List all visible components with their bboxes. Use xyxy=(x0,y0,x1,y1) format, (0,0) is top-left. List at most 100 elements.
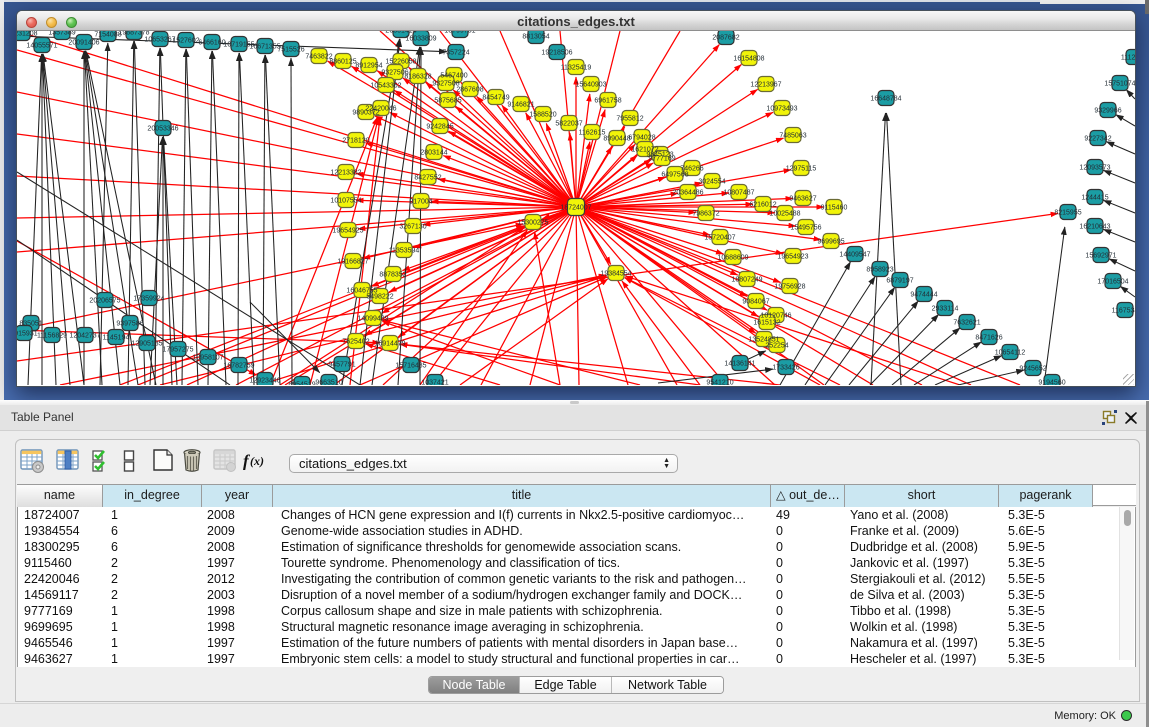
svg-text:835051: 835051 xyxy=(19,321,42,328)
svg-text:8454749: 8454749 xyxy=(482,95,509,102)
svg-text:2867608: 2867608 xyxy=(456,87,483,94)
svg-text:14136141: 14136141 xyxy=(724,361,755,368)
svg-text:5467400: 5467400 xyxy=(440,73,467,80)
svg-text:7357224: 7357224 xyxy=(442,50,469,57)
svg-text:8990448: 8990448 xyxy=(603,136,630,143)
svg-text:11353594: 11353594 xyxy=(389,248,420,255)
svg-text:10025488: 10025488 xyxy=(769,211,800,218)
svg-text:1145194: 1145194 xyxy=(103,335,130,342)
svg-text:917004: 917004 xyxy=(409,199,432,206)
svg-text:16210643: 16210643 xyxy=(1079,224,1110,231)
svg-text:3024554: 3024554 xyxy=(698,179,725,186)
svg-text:12213382: 12213382 xyxy=(330,170,361,177)
svg-text:7485063: 7485063 xyxy=(779,133,806,140)
svg-text:6216012: 6216012 xyxy=(749,202,776,209)
svg-text:5498222: 5498222 xyxy=(366,294,393,301)
svg-text:8860125: 8860125 xyxy=(329,59,356,66)
svg-text:15640903: 15640903 xyxy=(575,82,606,89)
svg-text:2803144: 2803144 xyxy=(420,150,447,157)
svg-text:9541210: 9541210 xyxy=(706,380,733,386)
svg-text:14409547: 14409547 xyxy=(839,252,870,259)
svg-text:8958923: 8958923 xyxy=(866,267,893,274)
svg-text:17016504: 17016504 xyxy=(1097,279,1128,286)
svg-text:1527602: 1527602 xyxy=(172,38,199,45)
svg-text:6497568: 6497568 xyxy=(661,172,688,179)
svg-text:20364486: 20364486 xyxy=(672,190,703,197)
svg-text:12923446: 12923446 xyxy=(249,378,280,385)
svg-text:1588520: 1588520 xyxy=(529,112,556,119)
svg-text:10120746: 10120746 xyxy=(760,313,791,320)
svg-text:18799731: 18799731 xyxy=(444,31,475,35)
svg-text:22420046: 22420046 xyxy=(365,106,396,113)
svg-text:9457791: 9457791 xyxy=(328,362,355,369)
svg-text:9397586: 9397586 xyxy=(116,321,143,328)
svg-text:10654112: 10654112 xyxy=(995,350,1026,357)
svg-text:20091406: 20091406 xyxy=(68,40,99,47)
svg-text:16782759: 16782759 xyxy=(223,363,254,370)
svg-text:8813054: 8813054 xyxy=(522,34,549,41)
svg-text:15300275: 15300275 xyxy=(517,220,548,227)
svg-text:8954519: 8954519 xyxy=(288,382,315,386)
svg-text:(x): (x) xyxy=(250,454,264,468)
svg-text:252254: 252254 xyxy=(765,343,788,350)
svg-text:15720407: 15720407 xyxy=(704,235,735,242)
svg-text:15751074: 15751074 xyxy=(1104,81,1135,88)
svg-text:9474444: 9474444 xyxy=(910,292,937,299)
svg-text:7986372: 7986372 xyxy=(692,211,719,218)
svg-text:16154808: 16154808 xyxy=(733,56,764,63)
svg-text:12093573: 12093573 xyxy=(1079,165,1110,172)
svg-text:20053346: 20053346 xyxy=(147,126,178,133)
svg-text:18807249: 18807249 xyxy=(731,277,762,284)
svg-text:7632621: 7632621 xyxy=(953,320,980,327)
svg-text:3267130: 3267130 xyxy=(399,224,426,231)
svg-text:8215955: 8215955 xyxy=(1054,210,1081,217)
svg-text:6466160: 6466160 xyxy=(198,40,225,47)
svg-text:20301414: 20301414 xyxy=(385,31,416,35)
svg-text:1167534: 1167534 xyxy=(1112,308,1135,315)
svg-text:16671355: 16671355 xyxy=(249,44,280,51)
svg-text:8427552: 8427552 xyxy=(414,175,441,182)
svg-text:9115460: 9115460 xyxy=(821,205,848,212)
svg-text:16914479: 16914479 xyxy=(374,341,405,348)
svg-text:19756928: 19756928 xyxy=(774,284,805,291)
svg-text:9194560: 9194560 xyxy=(1038,380,1065,386)
svg-text:12042737: 12042737 xyxy=(69,333,100,340)
svg-text:1733426: 1733426 xyxy=(772,365,799,372)
svg-text:19166827: 19166827 xyxy=(337,259,368,266)
svg-text:9084067: 9084067 xyxy=(742,299,769,306)
svg-text:9777169: 9777169 xyxy=(648,156,675,163)
svg-text:19654925: 19654925 xyxy=(332,228,363,235)
svg-text:19384554: 19384554 xyxy=(600,271,631,278)
svg-text:8878352: 8878352 xyxy=(379,272,406,279)
svg-text:1112456: 1112456 xyxy=(1121,55,1135,62)
svg-text:17359924: 17359924 xyxy=(133,296,164,303)
svg-text:15226058: 15226058 xyxy=(385,59,416,66)
svg-text:15692971: 15692971 xyxy=(1085,253,1116,260)
svg-text:16033809: 16033809 xyxy=(405,36,436,43)
svg-text:9146821: 9146821 xyxy=(507,102,534,109)
svg-text:6794028: 6794028 xyxy=(628,135,655,142)
svg-text:7625402: 7625402 xyxy=(342,339,369,346)
svg-text:9227342: 9227342 xyxy=(1084,136,1111,143)
svg-text:9242845: 9242845 xyxy=(426,124,453,131)
svg-text:1162615: 1162615 xyxy=(579,130,606,137)
svg-text:8471626: 8471626 xyxy=(975,335,1002,342)
svg-text:1357389: 1357389 xyxy=(48,31,75,37)
svg-text:2718120: 2718120 xyxy=(342,138,369,145)
svg-text:5822037: 5822037 xyxy=(555,121,582,128)
svg-text:1615132: 1615132 xyxy=(753,320,780,327)
svg-text:2933114: 2933114 xyxy=(932,306,959,313)
svg-text:6879197: 6879197 xyxy=(886,278,913,285)
svg-text:12213967: 12213967 xyxy=(750,82,781,89)
svg-text:16231208: 16231208 xyxy=(17,31,38,38)
svg-text:14099489: 14099489 xyxy=(357,316,388,323)
svg-text:8912954: 8912954 xyxy=(355,63,382,70)
svg-text:1037421: 1037421 xyxy=(421,380,448,386)
svg-text:10543362: 10543362 xyxy=(370,83,401,90)
svg-text:18724007: 18724007 xyxy=(560,205,591,212)
svg-text:11325419: 11325419 xyxy=(561,65,592,72)
svg-text:9699695: 9699695 xyxy=(817,239,844,246)
svg-text:14055571: 14055571 xyxy=(26,43,57,50)
svg-text:10653267: 10653267 xyxy=(144,37,175,44)
svg-text:10107554: 10107554 xyxy=(330,198,361,205)
